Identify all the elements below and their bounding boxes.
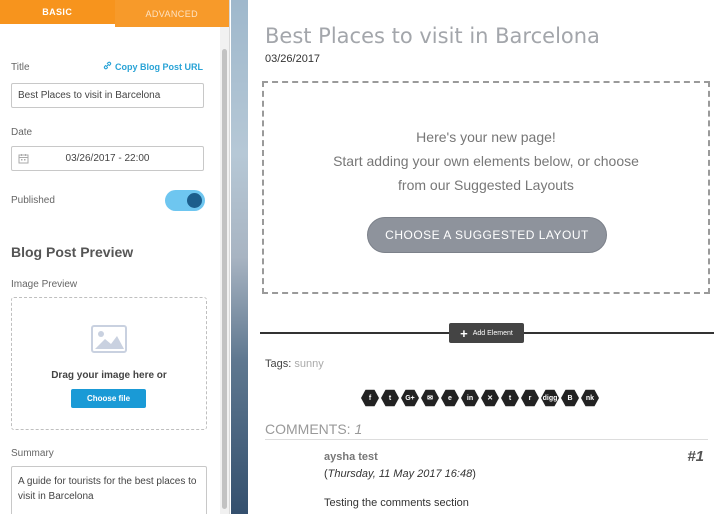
date-value: 03/26/2017 - 22:00 [65, 153, 150, 164]
empty-message-line: from our Suggested Layouts [398, 177, 574, 193]
link-icon [103, 61, 112, 72]
page-date: 03/26/2017 [265, 53, 321, 65]
add-element-label: Add Element [472, 329, 513, 337]
empty-message-line: Here's your new page! [416, 129, 556, 145]
tags-label: Tags: [265, 358, 292, 370]
tab-basic[interactable]: BASIC [0, 0, 115, 27]
tumblr-icon[interactable]: t [501, 389, 519, 407]
xing-icon[interactable]: ✕ [481, 389, 499, 407]
comment-number: #1 [687, 448, 704, 465]
evernote-icon[interactable]: e [441, 389, 459, 407]
share-icons-bar: f t G+ ✉ e in ✕ t r digg Bnk [361, 389, 599, 407]
linkedin-icon[interactable]: in [461, 389, 479, 407]
choose-file-button[interactable]: Choose file [71, 389, 146, 408]
comment-date: (Thursday, 11 May 2017 16:48) [324, 468, 476, 480]
comment-date-text: Thursday, 11 May 2017 16:48 [327, 468, 473, 480]
empty-message-line: Start adding your own elements below, or… [333, 153, 639, 169]
comments-count: 1 [354, 421, 363, 437]
blogger-icon[interactable]: B [561, 389, 579, 407]
comment-text: Testing the comments section [324, 497, 469, 509]
add-element-button[interactable]: + Add Element [449, 323, 524, 343]
date-input[interactable]: 03/26/2017 - 22:00 [11, 146, 204, 171]
panel-tabs: BASIC ADVANCED [0, 0, 229, 27]
comments-label: COMMENTS: [265, 421, 351, 437]
plus-icon: + [460, 325, 468, 341]
image-placeholder-icon [91, 325, 127, 358]
comment-author: aysha test [324, 451, 378, 463]
tab-advanced[interactable]: ADVANCED [114, 0, 229, 27]
settings-panel: BASIC ADVANCED Title Copy Blog Post URL … [0, 0, 230, 514]
date-label: Date [11, 127, 33, 138]
twitter-icon[interactable]: t [381, 389, 399, 407]
published-toggle[interactable] [165, 190, 205, 211]
copy-url-label: Copy Blog Post URL [115, 61, 203, 72]
copy-url-link[interactable]: Copy Blog Post URL [103, 61, 203, 72]
summary-textarea[interactable]: A guide for tourists for the best places… [11, 466, 207, 514]
reddit-icon[interactable]: r [521, 389, 539, 407]
digg-icon[interactable]: digg [541, 389, 559, 407]
tags-line: Tags: sunny [265, 358, 324, 370]
image-preview-label: Image Preview [11, 279, 78, 290]
tag-link[interactable]: sunny [294, 358, 323, 370]
empty-page-message: Here's your new page! Start adding your … [264, 125, 708, 197]
facebook-icon[interactable]: f [361, 389, 379, 407]
vk-icon[interactable]: nk [581, 389, 599, 407]
page-canvas: Best Places to visit in Barcelona 03/26/… [248, 0, 728, 514]
email-icon[interactable]: ✉ [421, 389, 439, 407]
image-dropzone[interactable]: Drag your image here or Choose file [11, 297, 207, 430]
dropzone-text: Drag your image here or [51, 370, 167, 381]
panel-scrollbar[interactable] [220, 27, 229, 514]
title-input[interactable]: Best Places to visit in Barcelona [11, 83, 204, 108]
empty-page-dropzone: Here's your new page! Start adding your … [262, 81, 710, 294]
title-label: Title [11, 62, 30, 73]
toggle-knob [187, 193, 202, 208]
blog-post-preview-heading: Blog Post Preview [11, 244, 134, 260]
google-plus-icon[interactable]: G+ [401, 389, 419, 407]
published-label: Published [11, 195, 55, 206]
comments-heading: COMMENTS: 1 [265, 421, 708, 440]
comment-date-paren: ) [472, 468, 476, 480]
page-title[interactable]: Best Places to visit in Barcelona [265, 24, 600, 48]
scrollbar-thumb[interactable] [222, 49, 227, 509]
choose-suggested-layout-button[interactable]: CHOOSE A SUGGESTED LAYOUT [367, 217, 607, 253]
calendar-icon [18, 153, 29, 167]
summary-label: Summary [11, 448, 54, 459]
